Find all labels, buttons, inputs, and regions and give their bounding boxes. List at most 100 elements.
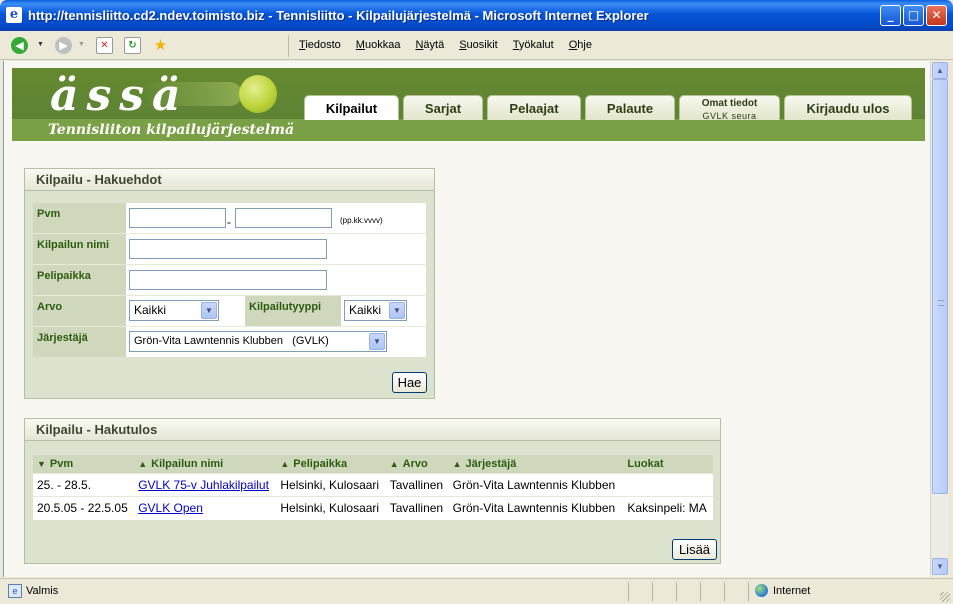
- status-divider: [724, 582, 725, 601]
- forward-icon[interactable]: ▶: [55, 37, 72, 54]
- stop-icon[interactable]: ✕: [96, 37, 113, 54]
- cell-date: 20.5.05 - 22.5.05: [33, 496, 135, 520]
- type-select[interactable]: Kaikki ▼: [344, 300, 407, 321]
- tab-pelaajat[interactable]: Pelaajat: [487, 95, 581, 120]
- page-icon: e: [8, 584, 22, 598]
- status-bar: e Valmis Internet: [0, 578, 953, 604]
- vertical-scrollbar[interactable]: ▲ ▼: [930, 61, 948, 577]
- search-panel-heading: Kilpailu - Hakuehdot: [25, 169, 434, 191]
- search-button[interactable]: Hae: [392, 372, 427, 393]
- favorites-star-icon[interactable]: ★: [152, 37, 169, 54]
- grade-select-value: Kaikki: [134, 303, 167, 317]
- cell-organizer: Grön-Vita Lawntennis Klubben: [448, 496, 624, 520]
- menu-help[interactable]: Ohje: [569, 39, 592, 51]
- add-button[interactable]: Lisää: [672, 539, 717, 560]
- minimize-button[interactable]: _: [880, 5, 901, 26]
- organizer-select[interactable]: Grön-Vita Lawntennis Klubben (GVLK) ▼: [129, 331, 387, 352]
- status-divider: [748, 582, 749, 601]
- menu-tools[interactable]: Työkalut: [513, 39, 554, 51]
- tab-sarjat[interactable]: Sarjat: [403, 95, 483, 120]
- date-format-hint: (pp.kk.vvvv): [340, 216, 383, 225]
- forward-dropdown-icon[interactable]: ▼: [78, 41, 85, 48]
- cell-venue: Helsinki, Kulosaari: [276, 496, 386, 520]
- search-panel: Kilpailu - Hakuehdot Pvm - (pp.kk.vvvv) …: [24, 168, 435, 399]
- resize-grip-icon[interactable]: [940, 592, 950, 602]
- type-select-value: Kaikki: [349, 303, 382, 317]
- grip-icon: [938, 300, 944, 306]
- tab-omat-tiedot-sub: GVLK seura: [702, 111, 757, 121]
- results-header-row: ▼ Pvm ▲ Kilpailun nimi ▲ Pelipaikka ▲ Arvo ▲…: [33, 455, 713, 474]
- grade-label: Arvo: [33, 296, 126, 326]
- tennis-ball-icon: [239, 75, 277, 113]
- results-panel-heading: Kilpailu - Hakutulos: [25, 419, 720, 441]
- back-icon[interactable]: ◀: [11, 37, 28, 54]
- menu-edit[interactable]: Muokkaa: [356, 39, 401, 51]
- status-divider: [652, 582, 653, 601]
- chevron-down-icon: ▼: [369, 333, 385, 350]
- col-header-grade-label: Arvo: [402, 458, 428, 470]
- scroll-thumb[interactable]: [932, 79, 948, 494]
- name-row: Kilpailun nimi: [33, 234, 426, 265]
- date-label: Pvm: [33, 203, 126, 233]
- tab-kirjaudu-ulos[interactable]: Kirjaudu ulos: [784, 95, 912, 120]
- date-separator: -: [227, 215, 231, 229]
- menu-file[interactable]: Tiedosto: [299, 39, 341, 51]
- col-header-venue-label: Pelipaikka: [293, 458, 348, 470]
- site-tagline: Tennisliiton kilpailujärjestelmä: [48, 122, 295, 138]
- cell-name: GVLK Open: [134, 496, 277, 520]
- maximize-button[interactable]: □: [903, 5, 924, 26]
- scroll-down-icon[interactable]: ▼: [932, 558, 948, 575]
- competition-link[interactable]: GVLK 75-v Juhlakilpailut: [138, 478, 269, 492]
- toolbar-separator: [288, 35, 289, 57]
- close-button[interactable]: ✕: [926, 5, 947, 26]
- status-text: Valmis: [26, 585, 59, 597]
- scroll-up-icon[interactable]: ▲: [932, 62, 948, 79]
- cell-classes: Kaksinpeli: MA: [623, 496, 713, 520]
- tab-palaute[interactable]: Palaute: [585, 95, 675, 120]
- date-row: Pvm - (pp.kk.vvvv): [33, 203, 426, 234]
- chevron-down-icon: ▼: [201, 302, 217, 319]
- results-panel: Kilpailu - Hakutulos ▼ Pvm ▲ Kilpailun nim…: [24, 418, 721, 564]
- refresh-icon[interactable]: ↻: [124, 37, 141, 54]
- site-header: ässä Tennisliiton kilpailujärjestelmä Ki…: [12, 68, 925, 141]
- table-row: 25. - 28.5. GVLK 75-v Juhlakilpailut Hel…: [33, 473, 713, 497]
- organizer-select-value: Grön-Vita Lawntennis Klubben (GVLK): [134, 335, 329, 347]
- status-divider: [628, 582, 629, 601]
- name-label: Kilpailun nimi: [33, 234, 126, 264]
- title-bar: e http://tennisliitto.cd2.ndev.toimisto.…: [0, 0, 953, 31]
- col-header-organizer[interactable]: ▲ Järjestäjä: [448, 455, 624, 474]
- cell-organizer: Grön-Vita Lawntennis Klubben: [448, 473, 624, 497]
- grade-select[interactable]: Kaikki ▼: [129, 300, 219, 321]
- sort-asc-icon: ▲: [138, 459, 148, 469]
- site-logo[interactable]: ässä: [50, 72, 189, 120]
- tab-kilpailut[interactable]: Kilpailut: [304, 95, 399, 120]
- cell-venue: Helsinki, Kulosaari: [276, 473, 386, 497]
- date-to-input[interactable]: [235, 208, 332, 228]
- col-header-date[interactable]: ▼ Pvm: [33, 455, 135, 474]
- col-header-classes: Luokat: [623, 455, 713, 474]
- status-divider: [676, 582, 677, 601]
- cell-classes: [623, 473, 713, 497]
- competition-link[interactable]: GVLK Open: [138, 501, 203, 515]
- tab-omat-tiedot-label: Omat tiedot: [701, 98, 758, 109]
- globe-icon: [755, 584, 768, 597]
- menu-view[interactable]: Näytä: [415, 39, 444, 51]
- status-divider: [700, 582, 701, 601]
- menu-favorites[interactable]: Suosikit: [459, 39, 498, 51]
- back-dropdown-icon[interactable]: ▼: [37, 41, 44, 48]
- col-header-venue[interactable]: ▲ Pelipaikka: [276, 455, 386, 474]
- col-header-name[interactable]: ▲ Kilpailun nimi: [134, 455, 277, 474]
- tab-omat-tiedot[interactable]: Omat tiedot GVLK seura: [679, 95, 780, 121]
- date-from-input[interactable]: [129, 208, 226, 228]
- venue-input[interactable]: [129, 270, 327, 290]
- sort-asc-icon: ▲: [452, 459, 462, 469]
- cell-grade: Tavallinen: [385, 473, 449, 497]
- security-zone: Internet: [773, 585, 811, 597]
- venue-row: Pelipaikka: [33, 265, 426, 296]
- competition-name-input[interactable]: [129, 239, 327, 259]
- organizer-row: Järjestäjä Grön-Vita Lawntennis Klubben …: [33, 327, 426, 358]
- type-label: Kilpailutyyppi: [245, 296, 341, 326]
- table-row: 20.5.05 - 22.5.05 GVLK Open Helsinki, Ku…: [33, 496, 713, 520]
- col-header-grade[interactable]: ▲ Arvo: [385, 455, 449, 474]
- venue-label: Pelipaikka: [33, 265, 126, 295]
